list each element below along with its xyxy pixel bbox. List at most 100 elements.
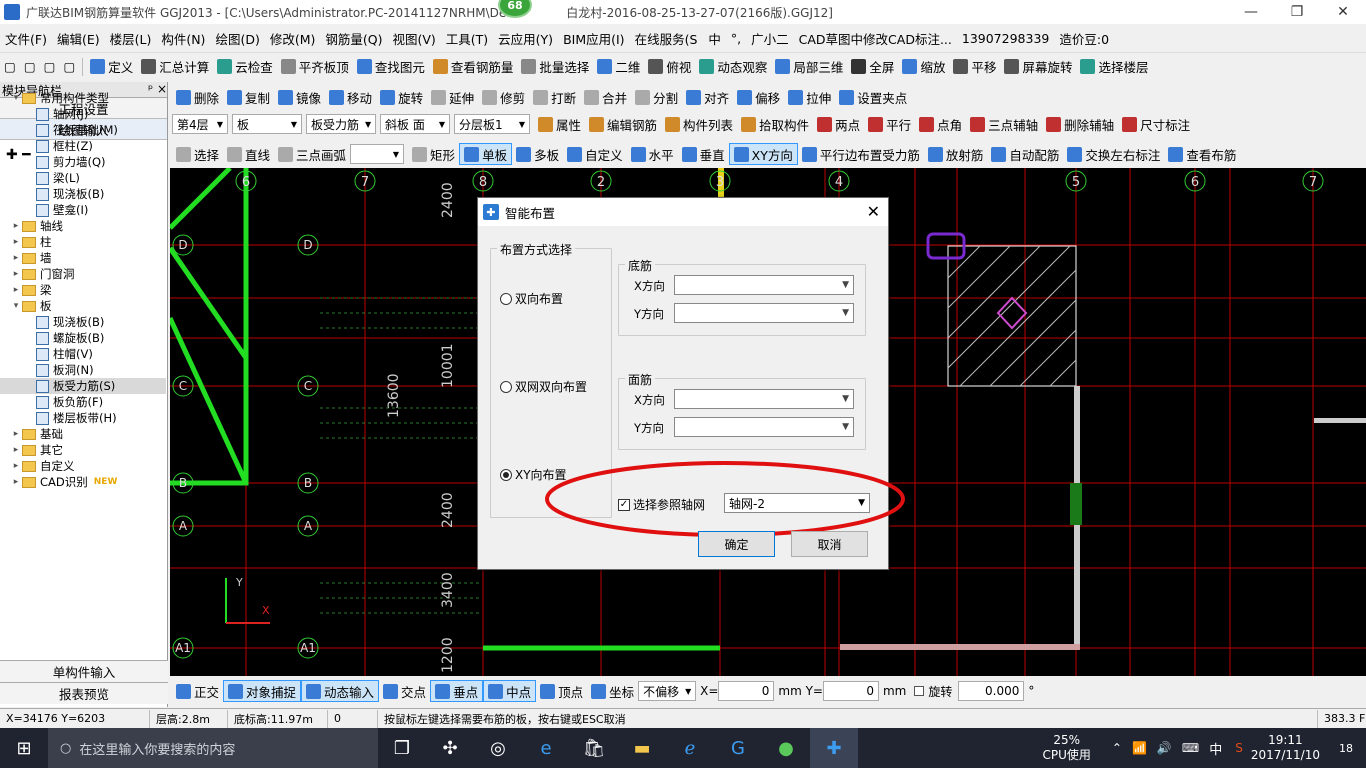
maximize-button[interactable]: ❐ (1274, 0, 1320, 24)
toolbar-button[interactable]: 屏幕旋转 (1000, 56, 1076, 78)
tree-item[interactable]: 现浇板(B) (0, 314, 166, 330)
clock[interactable]: 19:11 2017/11/10 (1251, 733, 1320, 763)
snap-button[interactable]: 对象捕捉 (223, 680, 302, 702)
cancel-button[interactable]: 取消 (791, 531, 868, 557)
edit-button[interactable]: 打断 (529, 86, 580, 108)
toolbar-button[interactable]: 云检查 (213, 56, 277, 78)
tree-expand-icon[interactable]: ▸ (10, 477, 22, 487)
draw-button[interactable]: XY方向 (728, 143, 798, 165)
tree-expand-icon[interactable]: ▾ (10, 93, 22, 103)
draw-button[interactable]: 矩形 (408, 143, 459, 165)
menu-item[interactable]: 构件(N) (156, 29, 210, 48)
edit-button[interactable]: 移动 (325, 86, 376, 108)
close-button[interactable]: ✕ (1320, 0, 1366, 24)
open-icon[interactable]: ▢ (20, 56, 40, 78)
ie-icon[interactable]: ℯ (666, 728, 714, 768)
menu-item[interactable]: 云应用(Y) (493, 29, 558, 48)
item-select-1[interactable]: 斜板 面 ▼ (380, 114, 450, 134)
notification-center[interactable]: 18 (1332, 734, 1360, 762)
component-button[interactable]: 拾取构件 (737, 113, 813, 135)
toolbar-button[interactable]: 局部三维 (771, 56, 847, 78)
ime-punct[interactable]: °, (731, 31, 741, 46)
app-swirl-icon[interactable]: ◎ (474, 728, 522, 768)
tree-item[interactable]: ▸ 轴线 (0, 218, 166, 234)
user-phone[interactable]: 13907298339 (962, 31, 1049, 46)
cad-notice-link[interactable]: CAD草图中修改CAD标注... (799, 29, 952, 48)
edit-button[interactable]: 偏移 (733, 86, 784, 108)
task-view-icon[interactable]: ❐ (378, 728, 426, 768)
edit-button[interactable]: 合并 (580, 86, 631, 108)
edge-icon[interactable]: e (522, 728, 570, 768)
tree-item[interactable]: 轴网(J) (0, 106, 166, 122)
sogou-tray-icon[interactable]: S (1235, 741, 1243, 755)
tree-item[interactable]: ▸ 基础 (0, 426, 166, 442)
edit-button[interactable]: 镜像 (274, 86, 325, 108)
snap-button[interactable]: 正交 (172, 680, 223, 702)
tray-chevron-icon[interactable]: ⌃ (1112, 741, 1122, 755)
single-component-input-button[interactable]: 单构件输入 (0, 660, 168, 682)
type-select[interactable]: 板 ▼ (232, 114, 302, 134)
tree-item[interactable]: 板负筋(F) (0, 394, 166, 410)
tree-item[interactable]: ▾ 板 (0, 298, 166, 314)
toolbar-button[interactable]: 平齐板顶 (277, 56, 353, 78)
snap-button[interactable]: 动态输入 (301, 680, 380, 702)
edit-button[interactable]: 设置夹点 (835, 86, 911, 108)
draw-button[interactable]: 自动配筋 (987, 143, 1063, 165)
draw-button[interactable]: 单板 (459, 143, 513, 165)
menu-item[interactable]: 工具(T) (441, 29, 493, 48)
toolbar-button[interactable]: 查看钢筋量 (429, 56, 518, 78)
tree-item[interactable]: 现浇板(B) (0, 186, 166, 202)
toolbar-button[interactable]: 查找图元 (353, 56, 429, 78)
offset-select[interactable]: 不偏移 ▼ (638, 681, 697, 701)
price-beans[interactable]: 造价豆:0 (1059, 29, 1109, 48)
tree-item[interactable]: ▸ 自定义 (0, 458, 166, 474)
rotate-input[interactable]: 0.000 (958, 681, 1025, 701)
tree-expand-icon[interactable]: ▸ (10, 429, 22, 439)
tree-expand-icon[interactable]: ▸ (10, 221, 22, 231)
toolbar-button[interactable]: 汇总计算 (137, 56, 213, 78)
component-button[interactable]: 三点辅轴 (966, 113, 1042, 135)
green-app-icon[interactable]: ● (762, 728, 810, 768)
menu-item[interactable]: 修改(M) (265, 29, 321, 48)
edit-button[interactable]: 分割 (631, 86, 682, 108)
cpu-usage[interactable]: 25% CPU使用 (1042, 733, 1090, 763)
snap-button[interactable]: 交点 (379, 680, 430, 702)
draw-style-select[interactable]: ▼ (350, 144, 405, 164)
tree-expand-icon[interactable]: ▸ (10, 461, 22, 471)
start-icon[interactable]: ⊞ (0, 728, 48, 768)
toolbar-button[interactable]: 批量选择 (517, 56, 593, 78)
toolbar-button[interactable]: 俯视 (644, 56, 695, 78)
toolbar-button[interactable]: 平移 (949, 56, 1000, 78)
tree-item[interactable]: 框柱(Z) (0, 138, 166, 154)
radio-bidirectional[interactable]: 双向布置 (500, 290, 563, 307)
menu-item[interactable]: 文件(F) (0, 29, 52, 48)
subtype-select[interactable]: 板受力筋 ▼ (306, 114, 376, 134)
tree-item[interactable]: ▾ 常用构件类型 (0, 90, 166, 106)
bottom-y-select[interactable]: ▼ (674, 303, 854, 323)
radio-double-net[interactable]: 双网双向布置 (500, 378, 587, 395)
menu-item[interactable]: 钢筋量(Q) (320, 29, 387, 48)
tree-item[interactable]: 剪力墙(Q) (0, 154, 166, 170)
snap-button[interactable]: 中点 (483, 680, 537, 702)
snap-button[interactable]: 顶点 (536, 680, 587, 702)
network-icon[interactable]: 📶 (1132, 741, 1147, 755)
explorer-icon[interactable]: ▬ (618, 728, 666, 768)
rotate-checkbox[interactable] (914, 686, 925, 696)
tree-item[interactable]: 筏板基础(M) (0, 122, 166, 138)
tree-item[interactable]: 楼层板带(H) (0, 410, 166, 426)
undo-icon[interactable]: ▢ (59, 56, 79, 78)
snap-button[interactable]: 坐标 (587, 680, 638, 702)
menu-item[interactable]: 视图(V) (387, 29, 440, 48)
tree-item[interactable]: 板受力筋(S) (0, 378, 166, 394)
component-button[interactable]: 构件列表 (661, 113, 737, 135)
edit-button[interactable]: 延伸 (427, 86, 478, 108)
item-select-2[interactable]: 分层板1 ▼ (454, 114, 530, 134)
keyboard-icon[interactable]: ⌨ (1182, 741, 1199, 755)
tree-item[interactable]: 柱帽(V) (0, 346, 166, 362)
edit-button[interactable]: 对齐 (682, 86, 733, 108)
tree-item[interactable]: ▸ CAD识别 NEW (0, 474, 166, 490)
tree-item[interactable]: ▸ 其它 (0, 442, 166, 458)
draw-button[interactable]: 三点画弧 (274, 143, 350, 165)
tree-expand-icon[interactable]: ▸ (10, 237, 22, 247)
edit-button[interactable]: 复制 (223, 86, 274, 108)
